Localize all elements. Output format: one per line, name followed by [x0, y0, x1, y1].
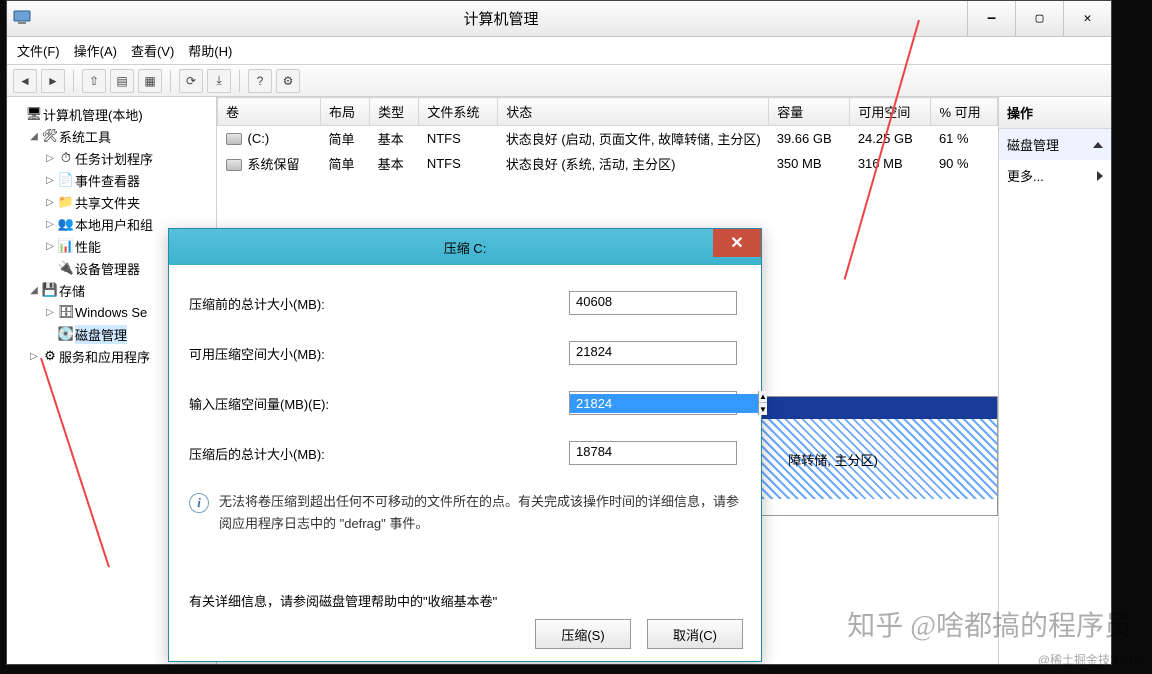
shrink-amount-field[interactable]	[570, 394, 758, 413]
device-icon: 🔌	[57, 260, 75, 276]
volume-table[interactable]: 卷 布局 类型 文件系统 状态 容量 可用空间 % 可用 (C:) 简单 基本	[217, 97, 998, 176]
help-button[interactable]: ?	[248, 69, 272, 93]
menubar: 文件(F) 操作(A) 查看(V) 帮助(H)	[7, 37, 1111, 65]
separator	[73, 70, 74, 92]
forward-button[interactable]: ►	[41, 69, 65, 93]
perf-icon: 📊	[57, 238, 75, 254]
back-button[interactable]: ◄	[13, 69, 37, 93]
shrink-button[interactable]: 压缩(S)	[535, 619, 631, 649]
dialog-title: 压缩 C: ✕	[169, 229, 761, 265]
tree-task-scheduler[interactable]: ▷⏱ 任务计划程序	[9, 147, 214, 169]
cancel-button[interactable]: 取消(C)	[647, 619, 743, 649]
spinner-up-button[interactable]: ▲	[759, 391, 767, 403]
app-icon	[13, 8, 35, 29]
close-button[interactable]: ✕	[1063, 1, 1111, 36]
size-after-label: 压缩后的总计大小(MB):	[189, 444, 569, 463]
folder-icon: 📁	[57, 194, 75, 210]
drive-icon	[226, 159, 242, 171]
avail-shrink-label: 可用压缩空间大小(MB):	[189, 344, 569, 363]
menu-file[interactable]: 文件(F)	[17, 41, 60, 60]
log-icon: 📄	[57, 172, 75, 188]
table-row[interactable]: (C:) 简单 基本 NTFS 状态良好 (启动, 页面文件, 故障转储, 主分…	[218, 126, 998, 152]
backup-icon: 🗄	[57, 304, 75, 320]
show-hide-tree-button[interactable]: ▤	[110, 69, 134, 93]
table-row[interactable]: 系统保留 简单 基本 NTFS 状态良好 (系统, 活动, 主分区) 350 M…	[218, 151, 998, 176]
chevron-right-icon	[1097, 171, 1103, 181]
spinner-down-button[interactable]: ▼	[759, 403, 767, 415]
actions-more[interactable]: 更多...	[999, 160, 1111, 191]
chevron-up-icon	[1093, 142, 1103, 148]
col-fs[interactable]: 文件系统	[419, 98, 498, 126]
minimize-button[interactable]: —	[967, 1, 1015, 36]
actions-header: 操作	[999, 97, 1111, 129]
clock-icon: ⏱	[57, 150, 75, 166]
size-after-value: 18784	[569, 441, 737, 465]
actions-pane: 操作 磁盘管理 更多...	[999, 97, 1111, 664]
computer-icon: 🖥	[25, 106, 43, 122]
window-title: 计算机管理	[35, 8, 967, 29]
tree-root[interactable]: 🖥 计算机管理(本地)	[9, 103, 214, 125]
shrink-amount-input[interactable]: ▲ ▼	[569, 391, 737, 415]
disk-icon: 💽	[57, 326, 75, 342]
shrink-volume-dialog: 压缩 C: ✕ 压缩前的总计大小(MB): 40608 可用压缩空间大小(MB)…	[168, 228, 762, 662]
menu-help[interactable]: 帮助(H)	[188, 41, 232, 60]
col-type[interactable]: 类型	[370, 98, 419, 126]
separator	[170, 70, 171, 92]
titlebar: 计算机管理 — ▢ ✕	[7, 1, 1111, 37]
refresh-button[interactable]: ⟳	[179, 69, 203, 93]
tree-shared-folders[interactable]: ▷📁 共享文件夹	[9, 191, 214, 213]
col-capacity[interactable]: 容量	[769, 98, 850, 126]
col-status[interactable]: 状态	[498, 98, 769, 126]
col-free[interactable]: 可用空间	[850, 98, 931, 126]
services-icon: ⚙	[41, 348, 59, 364]
separator	[239, 70, 240, 92]
col-volume[interactable]: 卷	[218, 98, 321, 126]
shrink-amount-label: 输入压缩空间量(MB)(E):	[189, 394, 569, 413]
properties-button[interactable]: ▦	[138, 69, 162, 93]
toolbar: ◄ ► ⇧ ▤ ▦ ⟳ ⤓ ? ⚙	[7, 65, 1111, 97]
info-icon: i	[189, 493, 209, 513]
tree-event-viewer[interactable]: ▷📄 事件查看器	[9, 169, 214, 191]
users-icon: 👥	[57, 216, 75, 232]
dialog-note: 有关详细信息，请参阅磁盘管理帮助中的"收缩基本卷"	[189, 591, 741, 610]
avail-shrink-value: 21824	[569, 341, 737, 365]
tree-system-tools[interactable]: ◢🛠 系统工具	[9, 125, 214, 147]
size-before-label: 压缩前的总计大小(MB):	[189, 294, 569, 313]
settings-button[interactable]: ⚙	[276, 69, 300, 93]
dialog-info: i 无法将卷压缩到超出任何不可移动的文件所在的点。有关完成该操作时间的详细信息，…	[189, 491, 741, 535]
export-button[interactable]: ⤓	[207, 69, 231, 93]
menu-view[interactable]: 查看(V)	[131, 41, 174, 60]
col-layout[interactable]: 布局	[320, 98, 369, 126]
dialog-close-button[interactable]: ✕	[713, 229, 761, 257]
storage-icon: 💾	[41, 282, 59, 298]
actions-disk-management[interactable]: 磁盘管理	[999, 129, 1111, 160]
col-pct[interactable]: % 可用	[931, 98, 998, 126]
drive-icon	[226, 133, 242, 145]
maximize-button[interactable]: ▢	[1015, 1, 1063, 36]
up-level-button[interactable]: ⇧	[82, 69, 106, 93]
menu-action[interactable]: 操作(A)	[74, 41, 117, 60]
size-before-value: 40608	[569, 291, 737, 315]
tools-icon: 🛠	[41, 128, 59, 144]
